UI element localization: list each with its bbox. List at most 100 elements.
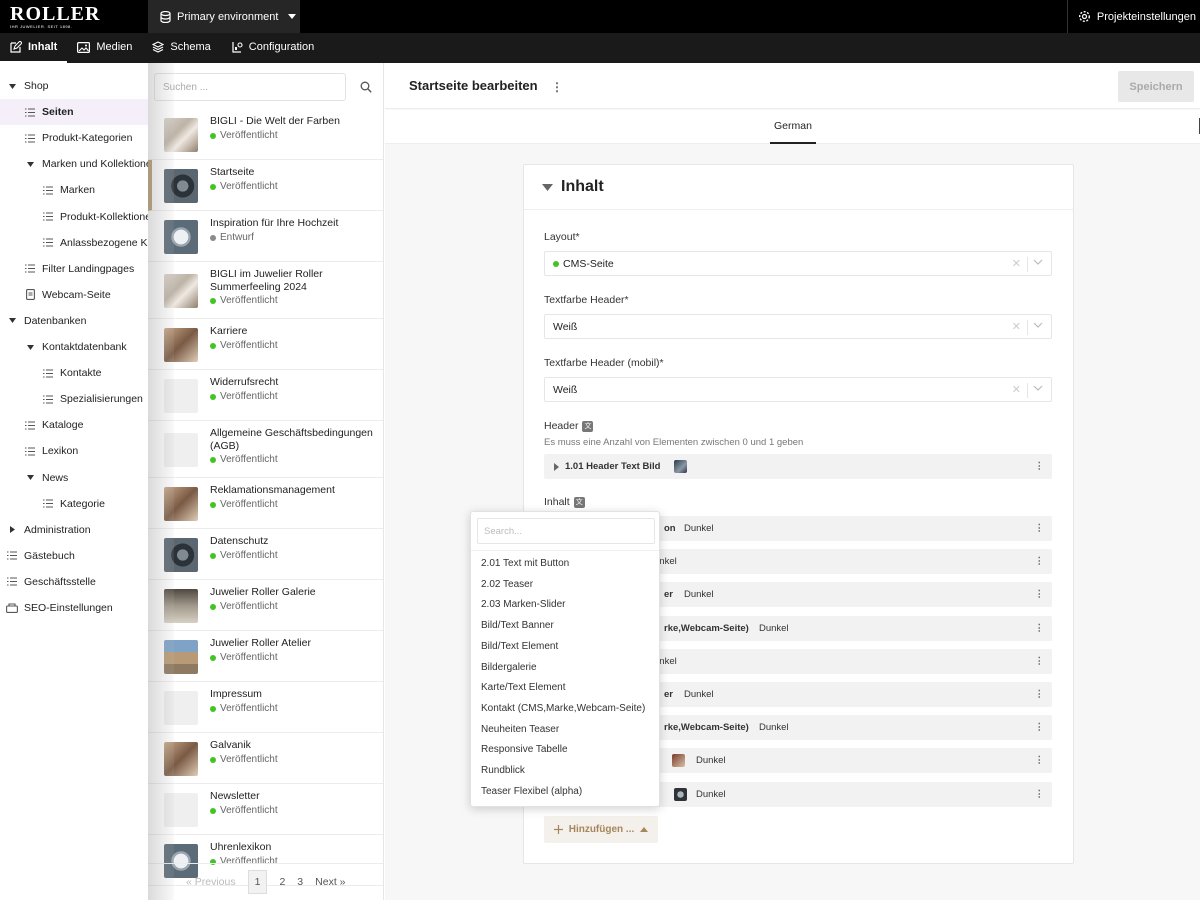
dropdown-option-rundblick[interactable]: Rundblick	[481, 765, 525, 776]
caret-down-icon	[542, 183, 553, 191]
project-settings-button[interactable]: Projekteinstellungen	[1066, 0, 1200, 33]
clear-icon[interactable]: ✕	[1012, 320, 1021, 333]
page-list-item[interactable]: Reklamationsmanagement Veröffentlicht	[148, 478, 383, 529]
inhalt-block-title: on	[664, 523, 676, 534]
dropdown-option-karte-text-element[interactable]: Karte/Text Element	[481, 682, 565, 693]
page-list-item[interactable]: Juwelier Roller Galerie Veröffentlicht	[148, 580, 383, 631]
dropdown-option-2-01-text-mit-button[interactable]: 2.01 Text mit Button	[481, 558, 569, 569]
environment-switcher[interactable]: Primary environment	[148, 0, 300, 33]
dropdown-option-teaser-flexibel-alpha[interactable]: Teaser Flexibel (alpha)	[481, 786, 582, 797]
tree-item-label: Datenbanken	[24, 314, 87, 327]
textfarbe-mobil-label: Textfarbe Header (mobil)*	[544, 357, 664, 369]
inhalt-block-title: er	[664, 589, 673, 601]
page-3-link[interactable]: 3	[297, 876, 303, 888]
page-list-item[interactable]: Newsletter Veröffentlicht	[148, 784, 383, 835]
page-list-item[interactable]: Inspiration für Ihre Hochzeit Entwurf	[148, 211, 383, 262]
block-menu-icon[interactable]: ⋮	[1035, 623, 1045, 634]
previous-page-link[interactable]: « Previous	[186, 876, 236, 888]
dropdown-option-bildergalerie[interactable]: Bildergalerie	[481, 662, 537, 673]
tree-item-spezialisierungen[interactable]: Spezialisierungen	[0, 386, 148, 412]
tree-item-filter-landingpages[interactable]: Filter Landingpages	[0, 256, 148, 282]
page-status: Veröffentlicht	[210, 181, 278, 192]
page-list-item[interactable]: Juwelier Roller Atelier Veröffentlicht	[148, 631, 383, 682]
page-2-link[interactable]: 2	[279, 876, 285, 888]
block-menu-icon[interactable]: ⋮	[1035, 556, 1045, 567]
tree-item-kontakte[interactable]: Kontakte	[0, 360, 148, 386]
tab-german[interactable]: German	[770, 110, 816, 144]
tab-schema-label: Schema	[170, 41, 211, 53]
tree-item-shop[interactable]: Shop	[0, 73, 148, 99]
tree-item-marken-und-kollektionen[interactable]: Marken und Kollektionen	[0, 151, 148, 177]
dropdown-option-kontakt-cms-marke-webcam-seite[interactable]: Kontakt (CMS,Marke,Webcam-Seite)	[481, 703, 645, 714]
layout-select[interactable]: CMS-Seite ✕	[544, 251, 1052, 276]
page-list-item[interactable]: Startseite Veröffentlicht	[148, 160, 383, 211]
section-title: Inhalt	[561, 178, 604, 195]
block-menu-icon[interactable]: ⋮	[1035, 722, 1045, 733]
textfarbe-header-select[interactable]: Weiß ✕	[544, 314, 1052, 339]
clear-icon[interactable]: ✕	[1012, 383, 1021, 396]
tree-item-produkt-kollektionen[interactable]: Produkt-Kollektionen	[0, 204, 148, 230]
page-list-item[interactable]: Widerrufsrecht Veröffentlicht	[148, 370, 383, 421]
add-block-button[interactable]: Hinzufügen ...	[544, 816, 658, 843]
clear-icon[interactable]: ✕	[1012, 257, 1021, 270]
page-list-item[interactable]: Allgemeine Geschäftsbedingungen (AGB) Ver…	[148, 421, 383, 478]
tree-item-datenbanken[interactable]: Datenbanken	[0, 308, 148, 334]
tab-configuration[interactable]: Configuration	[221, 33, 324, 63]
tree-item-kataloge[interactable]: Kataloge	[0, 412, 148, 438]
more-options-icon[interactable]: ⋮	[551, 79, 563, 95]
block-menu-icon[interactable]: ⋮	[1035, 589, 1045, 600]
dropdown-option-2-02-teaser[interactable]: 2.02 Teaser	[481, 579, 533, 590]
textfarbe-mobil-select[interactable]: Weiß ✕	[544, 377, 1052, 402]
block-menu-icon[interactable]: ⋮	[1035, 689, 1045, 700]
tree-item-gesch-ftsstelle[interactable]: Geschäftsstelle	[0, 569, 148, 595]
page-status-label: Veröffentlicht	[220, 601, 278, 612]
tree-item-anlassbezogene-kollektionen[interactable]: Anlassbezogene Kollektionen	[0, 230, 148, 256]
block-menu-icon[interactable]: ⋮	[1035, 461, 1045, 472]
page-search-input[interactable]	[154, 73, 346, 101]
block-menu-icon[interactable]: ⋮	[1035, 789, 1045, 800]
page-1-link[interactable]: 1	[247, 870, 268, 894]
list-icon	[24, 447, 36, 456]
dropdown-divider	[471, 550, 659, 551]
dropdown-option-responsive-tabelle[interactable]: Responsive Tabelle	[481, 744, 568, 755]
inhalt-section-header[interactable]: Inhalt	[524, 165, 1073, 210]
tree-item-marken[interactable]: Marken	[0, 177, 148, 203]
tree-item-administration[interactable]: Administration	[0, 517, 148, 543]
tree-item-lexikon[interactable]: Lexikon	[0, 438, 148, 464]
dropdown-option-2-03-marken-slider[interactable]: 2.03 Marken-Slider	[481, 599, 565, 610]
page-list-item[interactable]: Karriere Veröffentlicht	[148, 319, 383, 370]
page-list-item[interactable]: Galvanik Veröffentlicht	[148, 733, 383, 784]
block-menu-icon[interactable]: ⋮	[1035, 755, 1045, 766]
block-search-input[interactable]	[477, 518, 655, 544]
tree-item-produkt-kategorien[interactable]: Produkt-Kategorien	[0, 125, 148, 151]
dropdown-option-bild-text-element[interactable]: Bild/Text Element	[481, 641, 558, 652]
roller-logo[interactable]: ROLLER IHR JUWELIER. SEIT 1898.	[10, 4, 100, 30]
page-list-item[interactable]: BIGLI im Juwelier Roller Summerfeeling 2…	[148, 262, 383, 319]
tree-item-g-stebuch[interactable]: Gästebuch	[0, 543, 148, 569]
save-button[interactable]: Speichern	[1118, 71, 1194, 102]
page-list-item[interactable]: BIGLI - Die Welt der Farben Veröffentlich…	[148, 109, 383, 160]
tab-schema[interactable]: Schema	[142, 33, 220, 63]
tree-item-webcam-seite[interactable]: Webcam-Seite	[0, 282, 148, 308]
next-page-link[interactable]: Next »	[315, 876, 345, 888]
header-block[interactable]: 1.01 Header Text Bild ⋮	[544, 454, 1052, 479]
search-icon[interactable]	[352, 73, 380, 101]
tree-item-news[interactable]: News	[0, 465, 148, 491]
page-list-item[interactable]: Datenschutz Veröffentlicht	[148, 529, 383, 580]
dropdown-option-bild-text-banner[interactable]: Bild/Text Banner	[481, 620, 554, 631]
tab-inhalt[interactable]: Inhalt	[0, 33, 68, 63]
tree-item-kontaktdatenbank[interactable]: Kontaktdatenbank	[0, 334, 148, 360]
tree-item-kategorie[interactable]: Kategorie	[0, 491, 148, 517]
tree-item-label: Geschäftsstelle	[24, 575, 96, 588]
page-list-item[interactable]: Impressum Veröffentlicht	[148, 682, 383, 733]
status-dot	[210, 456, 216, 463]
tab-medien[interactable]: Medien	[67, 33, 142, 63]
block-menu-icon[interactable]: ⋮	[1035, 523, 1045, 534]
tree-item-seiten[interactable]: Seiten	[0, 99, 148, 126]
page-status-label: Veröffentlicht	[220, 703, 278, 714]
block-menu-icon[interactable]: ⋮	[1035, 656, 1045, 667]
dropdown-option-neuheiten-teaser[interactable]: Neuheiten Teaser	[481, 724, 559, 735]
page-title-text: Juwelier Roller Galerie	[210, 586, 316, 598]
tree-item-label: Marken	[60, 184, 96, 197]
tree-item-seo-einstellungen[interactable]: SEO-Einstellungen	[0, 595, 148, 621]
